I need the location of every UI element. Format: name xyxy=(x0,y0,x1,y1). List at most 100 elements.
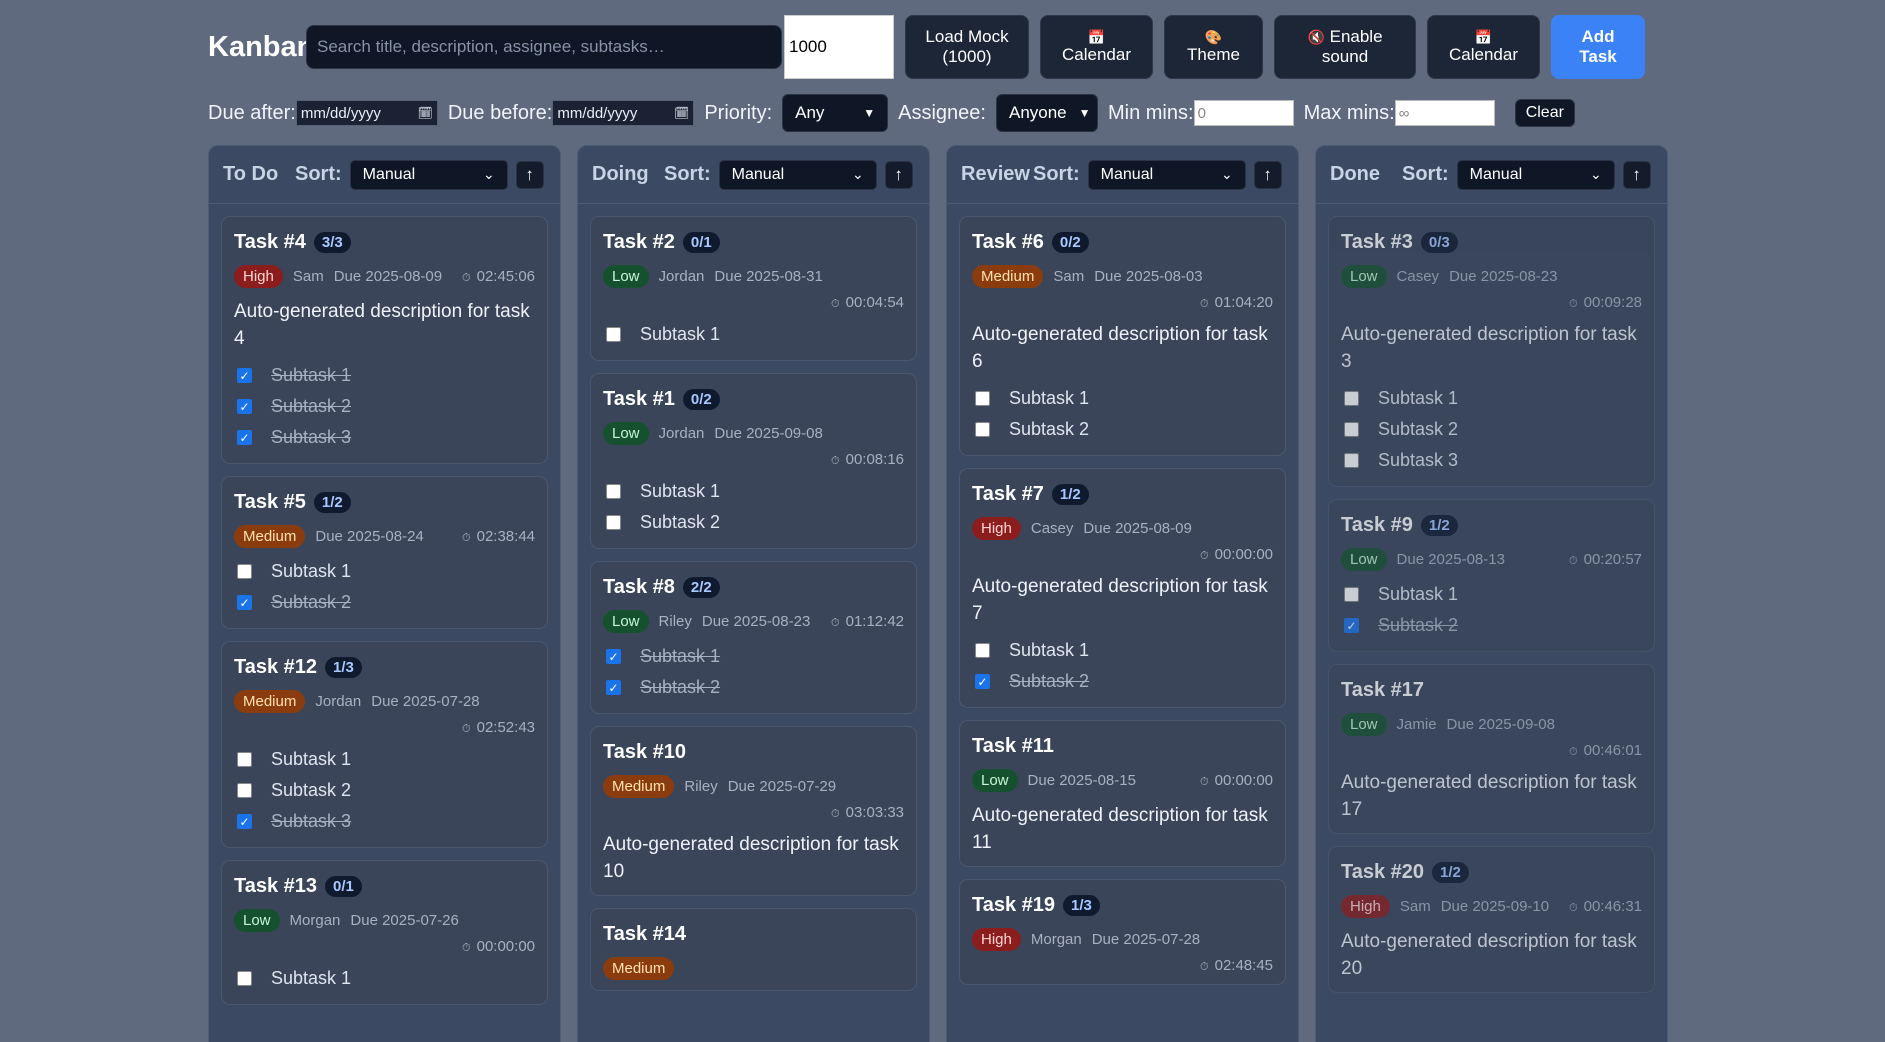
theme-button[interactable]: 🎨 Theme xyxy=(1164,15,1263,79)
task-card[interactable]: Task #2 0/1 Low Jordan Due 2025-08-31 ⏱ 00:04:… xyxy=(590,216,917,361)
subtask-checkbox[interactable] xyxy=(1344,587,1359,602)
sort-select[interactable]: Manual ⌄ xyxy=(349,159,508,190)
subtask-checkbox[interactable]: ✓ xyxy=(975,674,990,689)
task-timer[interactable]: ⏱ 00:00:00 xyxy=(1200,772,1273,789)
task-card[interactable]: Task #1 0/2 Low Jordan Due 2025-09-08 ⏱ 00:08:… xyxy=(590,373,917,549)
task-timer[interactable]: ⏱ 00:00:00 xyxy=(234,938,535,955)
subtask-checkbox[interactable]: ✓ xyxy=(606,649,621,664)
subtask-checkbox[interactable] xyxy=(975,422,990,437)
task-timer[interactable]: ⏱ 00:08:16 xyxy=(603,451,904,468)
subtask-checkbox[interactable]: ✓ xyxy=(237,595,252,610)
calendar-icon[interactable]: 🗓 xyxy=(418,106,433,120)
subtask-label: Subtask 2 xyxy=(640,677,721,697)
enable-sound-button[interactable]: 🔇 Enable sound xyxy=(1274,15,1416,79)
subtask-checkbox[interactable] xyxy=(237,752,252,767)
task-timer[interactable]: ⏱ 00:46:01 xyxy=(1341,742,1642,759)
sort-select[interactable]: Manual ⌄ xyxy=(1456,159,1615,190)
task-timer[interactable]: ⏱ 02:48:45 xyxy=(972,957,1273,974)
subtask-item: Subtask 3 xyxy=(1341,445,1642,476)
task-card[interactable]: Task #8 2/2 Low Riley Due 2025-08-23 ⏱ 01:12:4… xyxy=(590,561,917,714)
subtask-progress-badge: 3/3 xyxy=(313,232,351,253)
task-timer[interactable]: ⏱ 00:04:54 xyxy=(603,294,904,311)
task-meta: Low Casey Due 2025-08-23 ⏱ 00:09:28 xyxy=(1341,265,1642,311)
task-title: Task #9 xyxy=(1341,514,1413,536)
task-timer[interactable]: ⏱ 00:46:31 xyxy=(1569,898,1642,915)
assignee-select[interactable]: Anyone ▼ xyxy=(995,94,1098,132)
subtask-checkbox[interactable] xyxy=(237,564,252,579)
sort-direction-button[interactable]: ↑ xyxy=(884,160,913,189)
subtask-checkbox[interactable] xyxy=(606,515,621,530)
sort-direction-button[interactable]: ↑ xyxy=(1253,160,1282,189)
subtask-checkbox[interactable] xyxy=(606,327,621,342)
task-card[interactable]: Task #10 Medium Riley Due 2025-07-29 ⏱ 03:03:… xyxy=(590,726,917,896)
column-title: Done xyxy=(1330,163,1380,185)
task-card[interactable]: Task #5 1/2 Medium Due 2025-08-24 ⏱ 02:38:44 S… xyxy=(221,476,548,629)
task-card[interactable]: Task #14 Medium xyxy=(590,908,917,991)
subtask-progress-badge: 0/2 xyxy=(682,389,720,410)
subtask-checkbox[interactable] xyxy=(1344,422,1359,437)
max-mins-input[interactable]: ∞ xyxy=(1394,100,1495,126)
task-meta: Medium Due 2025-08-24 ⏱ 02:38:44 xyxy=(234,525,535,548)
task-card[interactable]: Task #4 3/3 High Sam Due 2025-08-09 ⏱ 02:45:06… xyxy=(221,216,548,464)
task-card[interactable]: Task #13 0/1 Low Morgan Due 2025-07-26 ⏱ 00:00… xyxy=(221,860,548,1005)
clear-filters-button[interactable]: Clear xyxy=(1514,99,1575,127)
subtask-checkbox[interactable] xyxy=(606,484,621,499)
subtask-checkbox[interactable]: ✓ xyxy=(237,368,252,383)
add-task-button[interactable]: Add Task xyxy=(1551,15,1645,79)
calendar-button-2[interactable]: 📅 Calendar xyxy=(1427,15,1540,79)
sort-select[interactable]: Manual ⌄ xyxy=(718,159,877,190)
search-input[interactable] xyxy=(306,25,782,69)
task-card[interactable]: Task #19 1/3 High Morgan Due 2025-07-28 ⏱ 02:4… xyxy=(959,879,1286,985)
sort-direction-button[interactable]: ↑ xyxy=(1622,160,1651,189)
task-timer[interactable]: ⏱ 03:03:33 xyxy=(603,804,904,821)
subtask-checkbox[interactable] xyxy=(975,391,990,406)
subtask-label: Subtask 1 xyxy=(640,481,721,501)
calendar-icon[interactable]: 🗓 xyxy=(674,106,689,120)
priority-select[interactable]: Any ▼ xyxy=(782,94,889,132)
min-mins-input[interactable]: 0 xyxy=(1193,100,1294,126)
subtask-list: Subtask 1 Subtask 2 xyxy=(972,383,1273,445)
mock-count-input[interactable] xyxy=(784,15,894,79)
subtask-item: ✓ Subtask 2 xyxy=(1341,610,1642,641)
subtask-checkbox[interactable] xyxy=(975,643,990,658)
subtask-list: ✓ Subtask 1 ✓ Subtask 2 xyxy=(603,641,904,703)
subtask-checkbox[interactable] xyxy=(237,783,252,798)
task-timer[interactable]: ⏱ 02:38:44 xyxy=(462,528,535,545)
subtask-checkbox[interactable]: ✓ xyxy=(237,814,252,829)
task-timer[interactable]: ⏱ 00:00:00 xyxy=(972,546,1273,563)
load-mock-button[interactable]: Load Mock (1000) xyxy=(905,15,1029,79)
task-card[interactable]: Task #9 1/2 Low Due 2025-08-13 ⏱ 00:20:57 Subt… xyxy=(1328,499,1655,652)
task-card[interactable]: Task #3 0/3 Low Casey Due 2025-08-23 ⏱ 00:09:2… xyxy=(1328,216,1655,487)
subtask-checkbox[interactable] xyxy=(1344,453,1359,468)
subtask-checkbox[interactable]: ✓ xyxy=(237,399,252,414)
sort-direction-button[interactable]: ↑ xyxy=(515,160,544,189)
subtask-progress-badge: 1/3 xyxy=(1063,895,1100,916)
task-card[interactable]: Task #20 1/2 High Sam Due 2025-09-10 ⏱ 00:46:3… xyxy=(1328,846,1655,993)
task-timer[interactable]: ⏱ 01:12:42 xyxy=(831,613,904,630)
subtask-checkbox[interactable]: ✓ xyxy=(237,430,252,445)
due-before-label: Due before: xyxy=(447,101,553,124)
task-meta: Medium Jordan Due 2025-07-28 ⏱ 02:52:43 xyxy=(234,690,535,736)
task-card[interactable]: Task #17 Low Jamie Due 2025-09-08 ⏱ 00:46:01 A… xyxy=(1328,664,1655,834)
due-after-input[interactable]: mm/dd/yyyy 🗓 xyxy=(295,100,438,126)
due-date: Due 2025-07-26 xyxy=(350,912,459,929)
task-title: Task #19 xyxy=(972,894,1056,916)
subtask-checkbox[interactable] xyxy=(1344,391,1359,406)
task-timer[interactable]: ⏱ 01:04:20 xyxy=(972,294,1273,311)
task-card[interactable]: Task #11 Low Due 2025-08-15 ⏱ 00:00:00 Auto-g… xyxy=(959,720,1286,867)
subtask-checkbox[interactable] xyxy=(237,971,252,986)
due-before-input[interactable]: mm/dd/yyyy 🗓 xyxy=(552,100,695,126)
task-card[interactable]: Task #7 1/2 High Casey Due 2025-08-09 ⏱ 00:00:… xyxy=(959,468,1286,708)
subtask-checkbox[interactable]: ✓ xyxy=(606,680,621,695)
task-card[interactable]: Task #6 0/2 Medium Sam Due 2025-08-03 ⏱ 01:04:… xyxy=(959,216,1286,456)
subtask-label: Subtask 2 xyxy=(640,512,721,532)
task-timer[interactable]: ⏱ 02:45:06 xyxy=(462,268,535,285)
calendar-button[interactable]: 📅 Calendar xyxy=(1040,15,1153,79)
task-timer[interactable]: ⏱ 00:09:28 xyxy=(1341,294,1642,311)
task-timer[interactable]: ⏱ 02:52:43 xyxy=(234,719,535,736)
subtask-checkbox[interactable]: ✓ xyxy=(1344,618,1359,633)
subtask-progress-badge: 1/2 xyxy=(313,492,351,513)
sort-select[interactable]: Manual ⌄ xyxy=(1087,159,1246,190)
task-timer[interactable]: ⏱ 00:20:57 xyxy=(1569,551,1642,568)
task-card[interactable]: Task #12 1/3 Medium Jordan Due 2025-07-28 ⏱ 02… xyxy=(221,641,548,848)
